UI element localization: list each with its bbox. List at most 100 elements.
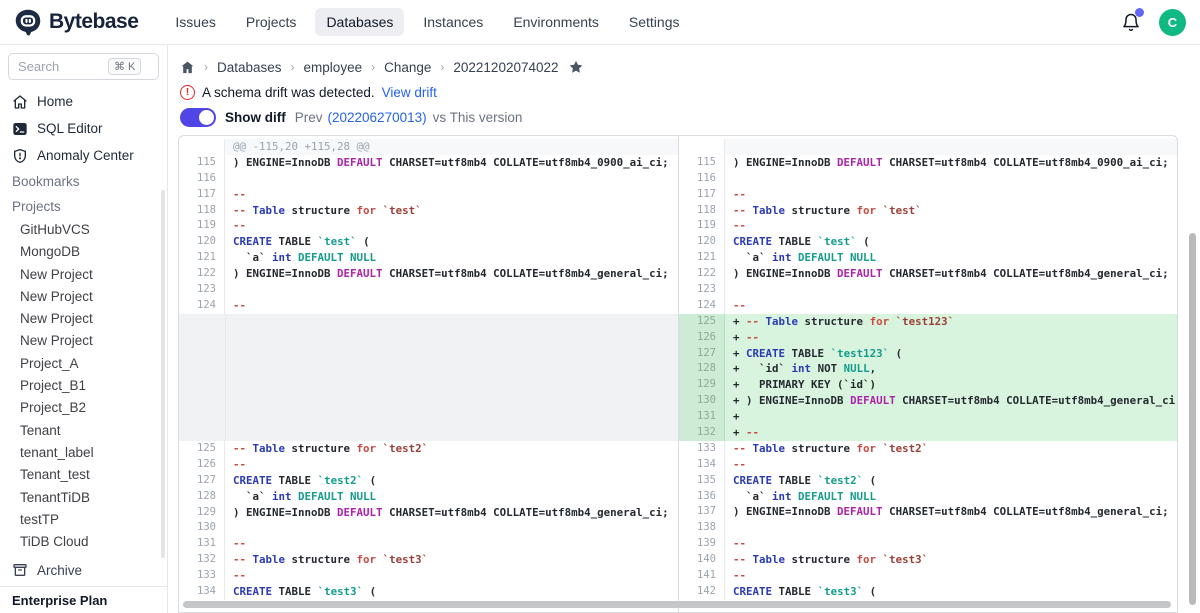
nav-item-environments[interactable]: Environments (502, 8, 610, 36)
diff-hunk-header-row: @@ -115,20 +115,28 @@ (179, 139, 678, 155)
code-line: ) ENGINE=InnoDB DEFAULT CHARSET=utf8mb4 … (725, 155, 1177, 171)
breadcrumb-item-2[interactable]: employee (304, 60, 363, 75)
horizontal-scrollbar-right[interactable] (187, 601, 1171, 608)
page-vertical-scrollbar[interactable] (1189, 233, 1196, 605)
projects-section-label: Projects (0, 194, 167, 219)
diff-line: 120CREATE TABLE `test` ( (179, 234, 678, 250)
sidebar-project-new-project[interactable]: New Project (0, 308, 167, 330)
sidebar-item-archive[interactable]: Archive (0, 554, 167, 586)
code-line: ) ENGINE=InnoDB DEFAULT CHARSET=utf8mb4 … (225, 155, 678, 171)
line-number: 125 (179, 441, 225, 457)
diff-line: 116 (179, 171, 678, 187)
code-line (725, 520, 1177, 536)
code-line (725, 282, 1177, 298)
show-diff-label: Show diff (225, 110, 286, 125)
notifications-button[interactable] (1121, 11, 1141, 33)
home-icon[interactable] (180, 60, 195, 75)
nav-item-databases[interactable]: Databases (315, 8, 404, 36)
nav-item-settings[interactable]: Settings (618, 8, 691, 36)
home-icon (12, 94, 28, 110)
line-number (679, 139, 725, 155)
drift-alert: ! A schema drift was detected. View drif… (180, 85, 437, 100)
diff-line: 138 (679, 520, 1177, 536)
sidebar-project-githubvcs[interactable]: GitHubVCS (0, 219, 167, 241)
diff-line: 126-- (179, 457, 678, 473)
line-number (179, 139, 225, 155)
sidebar-scrollbar[interactable] (161, 190, 165, 558)
line-number: 116 (679, 171, 725, 187)
line-number: 122 (679, 266, 725, 282)
avatar[interactable]: C (1159, 9, 1186, 36)
diff-line: 137) ENGINE=InnoDB DEFAULT CHARSET=utf8m… (679, 504, 1177, 520)
line-number: 130 (179, 520, 225, 536)
line-number: 126 (679, 330, 725, 346)
diff-line: 129+ PRIMARY KEY (`id`) (679, 377, 1177, 393)
sidebar-project-new-project[interactable]: New Project (0, 286, 167, 308)
line-number: 128 (179, 489, 225, 505)
sidebar-project-mongodb[interactable]: MongoDB (0, 241, 167, 263)
sidebar-item-label: Anomaly Center (37, 148, 134, 163)
alert-circle-icon: ! (180, 85, 195, 100)
code-line: `a` int DEFAULT NULL (225, 250, 678, 266)
nav-item-projects[interactable]: Projects (235, 8, 308, 36)
main-nav: Issues ProjectsDatabases Instances Environm… (164, 8, 690, 36)
diff-line: 120CREATE TABLE `test` ( (679, 234, 1177, 250)
code-line: + -- (725, 330, 1177, 346)
sidebar-project-project_b1[interactable]: Project_B1 (0, 375, 167, 397)
diff-line: 134-- (679, 457, 1177, 473)
bytebase-logo-icon (14, 8, 42, 36)
diff-line: 141-- (679, 568, 1177, 584)
line-number: 130 (679, 393, 725, 409)
search-input[interactable] (18, 59, 104, 74)
code-line: CREATE TABLE `test` ( (225, 234, 678, 250)
sidebar-project-tenant_test[interactable]: Tenant_test (0, 464, 167, 486)
code-line: CREATE TABLE `test3` ( (225, 584, 678, 600)
code-line: -- (725, 298, 1177, 314)
diff-line: 117-- (179, 187, 678, 203)
code-line: -- Table structure for `test` (225, 203, 678, 219)
breadcrumb-item-4[interactable]: 20221202074022 (453, 60, 558, 75)
sidebar-project-new-project[interactable]: New Project (0, 264, 167, 286)
sidebar-item-home[interactable]: Home (0, 88, 167, 115)
code-line: -- (225, 568, 678, 584)
show-diff-toggle[interactable] (180, 108, 216, 127)
code-line (725, 139, 1177, 155)
sidebar-project-tidb-cloud[interactable]: TiDB Cloud (0, 531, 167, 553)
brand[interactable]: Bytebase (0, 8, 138, 36)
main-content: ›Databases›employee›Change›2022120207402… (168, 45, 1200, 613)
sidebar-item-anomaly-center[interactable]: Anomaly Center (0, 142, 167, 169)
code-line: + (725, 409, 1177, 425)
terminal-icon (12, 121, 28, 137)
nav-item-issues[interactable]: Issues (164, 8, 226, 36)
nav-item-instances[interactable]: Instances (412, 8, 494, 36)
code-line: + CREATE TABLE `test123` ( (725, 346, 1177, 362)
line-number: 137 (679, 504, 725, 520)
sidebar-item-sql-editor[interactable]: SQL Editor (0, 115, 167, 142)
line-number: 134 (679, 457, 725, 473)
diff-line: 134CREATE TABLE `test3` ( (179, 584, 678, 600)
vs-this-version-label: vs This version (433, 110, 523, 125)
code-line: ) ENGINE=InnoDB DEFAULT CHARSET=utf8mb4 … (725, 504, 1177, 520)
sidebar-project-project_b2[interactable]: Project_B2 (0, 397, 167, 419)
prev-version-link[interactable]: (202206270013) (328, 110, 427, 125)
line-number: 117 (179, 187, 225, 203)
view-drift-link[interactable]: View drift (382, 85, 437, 100)
code-line: `a` int DEFAULT NULL (725, 250, 1177, 266)
sidebar-project-new-project[interactable]: New Project (0, 330, 167, 352)
line-number: 124 (179, 298, 225, 314)
line-number: 116 (179, 171, 225, 187)
search-box[interactable]: ⌘ K (8, 53, 159, 80)
sidebar-project-tenant[interactable]: Tenant (0, 420, 167, 442)
star-icon[interactable] (568, 59, 584, 75)
code-line: -- Table structure for `test2` (725, 441, 1177, 457)
sidebar-project-project_a[interactable]: Project_A (0, 353, 167, 375)
sidebar-project-tenant_label[interactable]: tenant_label (0, 442, 167, 464)
diff-line: 132-- Table structure for `test3` (179, 552, 678, 568)
sidebar-project-testtp[interactable]: testTP (0, 509, 167, 531)
breadcrumb-item-1[interactable]: Databases (217, 60, 282, 75)
diff-line: 130 (179, 520, 678, 536)
breadcrumb-item-3[interactable]: Change (384, 60, 431, 75)
code-line: @@ -115,20 +115,28 @@ (225, 139, 678, 155)
diff-line: 115) ENGINE=InnoDB DEFAULT CHARSET=utf8m… (179, 155, 678, 171)
sidebar-project-tenanttidb[interactable]: TenantTiDB (0, 487, 167, 509)
